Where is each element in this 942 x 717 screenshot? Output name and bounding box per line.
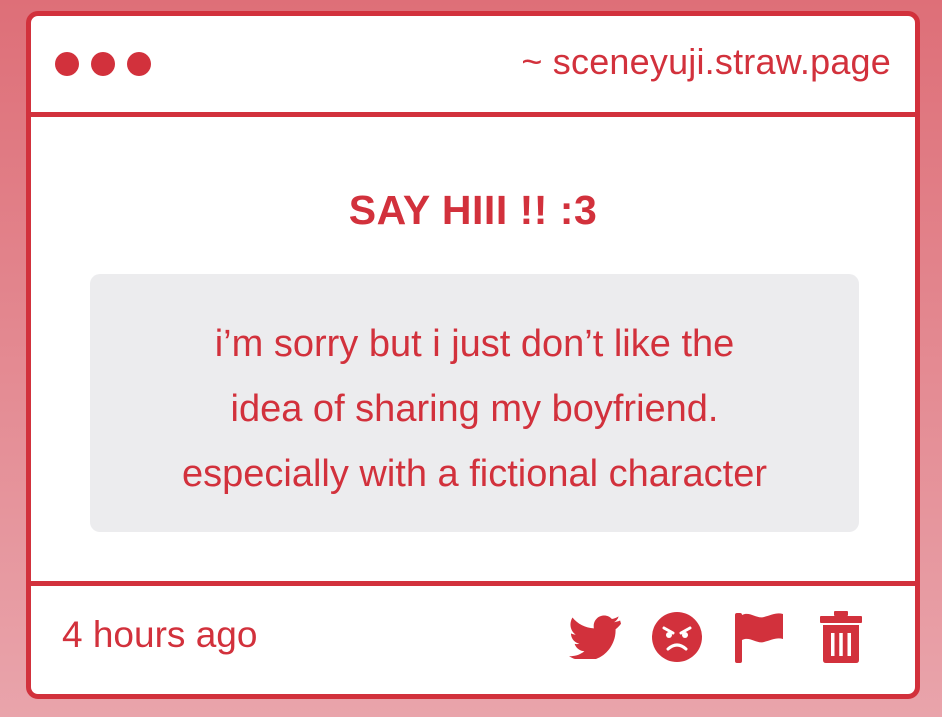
card-footer: 4 hours ago	[31, 581, 915, 694]
message-line: especially with a fictional character	[181, 453, 768, 495]
window-dots	[55, 52, 151, 76]
action-bar	[567, 610, 869, 664]
message-box: i’m sorry but i just don’t like the idea…	[90, 274, 859, 532]
window-dot-2	[91, 52, 115, 76]
card-content: SAY HIII !! :3 i’m sorry but i just don’…	[31, 117, 915, 591]
window-dot-3	[127, 52, 151, 76]
share-twitter-button[interactable]	[567, 610, 623, 664]
prompt-title: SAY HIII !! :3	[348, 187, 598, 233]
angry-face-icon	[652, 612, 702, 662]
message-line: idea of sharing my boyfriend.	[230, 388, 719, 430]
report-button[interactable]	[731, 610, 787, 664]
page-url[interactable]: ~ sceneyuji.straw.page	[521, 41, 891, 83]
trash-icon	[820, 611, 862, 663]
title-bar: ~ sceneyuji.straw.page	[31, 16, 915, 117]
window-dot-1	[55, 52, 79, 76]
prompt-window: ~ sceneyuji.straw.page SAY HIII !! :3 i’…	[26, 11, 920, 699]
dislike-button[interactable]	[649, 610, 705, 664]
delete-button[interactable]	[813, 610, 869, 664]
message-line: i’m sorry but i just don’t like the	[214, 323, 735, 365]
timestamp: 4 hours ago	[62, 614, 258, 655]
flag-icon	[735, 613, 783, 663]
twitter-icon	[569, 615, 621, 659]
